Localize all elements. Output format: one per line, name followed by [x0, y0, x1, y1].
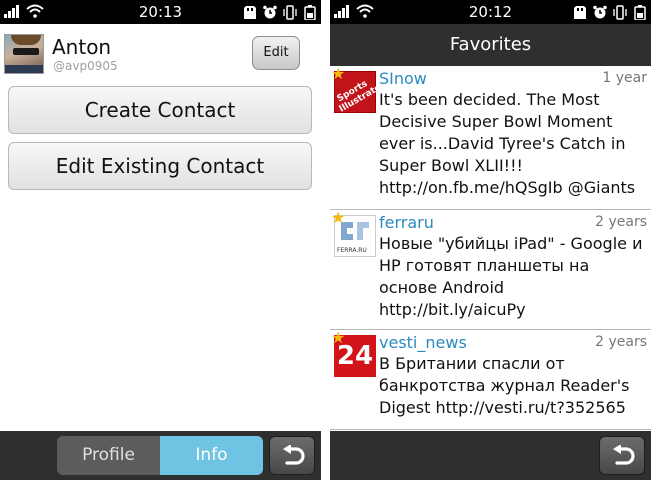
favorite-star-icon: ★: [331, 208, 346, 227]
status-bar: 20:13: [0, 0, 321, 24]
tab-info[interactable]: Info: [160, 436, 263, 475]
bottom-toolbar: Profile Info: [0, 431, 321, 480]
tweet-text: It's been decided. The Most Decisive Sup…: [379, 90, 636, 197]
back-button[interactable]: [269, 436, 315, 475]
tweet-time: 2 years: [595, 334, 647, 350]
back-button[interactable]: [599, 436, 645, 475]
avatar: [4, 34, 44, 74]
battery-icon: [304, 4, 316, 20]
tweet-time: 1 year: [602, 70, 647, 86]
favorite-star-icon: ★: [331, 64, 346, 83]
tweet-item[interactable]: FERRA.RU ★ ferraru 2 years Новые "убийцы…: [330, 210, 651, 330]
tweet-username[interactable]: SInow: [379, 69, 427, 88]
memory-card-icon: [244, 5, 256, 19]
edit-button[interactable]: Edit: [252, 36, 300, 70]
back-arrow-icon: [283, 445, 305, 465]
vibrate-icon: [613, 4, 627, 20]
favorites-screen: 20:12 Favorites Sports Illustrated ★ SIn…: [330, 0, 651, 480]
create-contact-button[interactable]: Create Contact: [8, 86, 312, 134]
tweet-username[interactable]: ferraru: [379, 213, 434, 232]
memory-card-icon: [574, 5, 586, 19]
profile-handle: @avp0905: [53, 59, 118, 73]
bottom-toolbar: [330, 431, 651, 480]
tweet-item[interactable]: 24 ★ vesti_news 2 years В Британии спасл…: [330, 330, 651, 430]
screen-divider: [321, 0, 330, 480]
alarm-icon: [263, 5, 277, 18]
battery-icon: [634, 4, 646, 20]
tweet-text: В Британии спасли от банкротства журнал …: [379, 354, 630, 417]
edit-existing-contact-button[interactable]: Edit Existing Contact: [8, 142, 312, 190]
status-bar: 20:12: [330, 0, 651, 24]
tweet-item[interactable]: Sports Illustrated ★ SInow 1 year It's b…: [330, 66, 651, 210]
profile-screen: 20:13 Anton @avp0905 Edit Create Contact…: [0, 0, 321, 480]
vibrate-icon: [283, 4, 297, 20]
tweet-time: 2 years: [595, 214, 647, 230]
tweet-username[interactable]: vesti_news: [379, 333, 467, 352]
tab-profile[interactable]: Profile: [57, 436, 160, 475]
profile-header: Anton @avp0905 Edit: [0, 24, 321, 82]
alarm-icon: [593, 5, 607, 18]
favorite-star-icon: ★: [331, 328, 346, 347]
profile-name: Anton: [52, 35, 112, 59]
page-title: Favorites: [330, 24, 651, 66]
back-arrow-icon: [613, 445, 635, 465]
avatar-text: FERRA.RU: [337, 247, 367, 254]
tweet-text: Новые "убийцы iPad" - Google и HP готовя…: [379, 234, 643, 319]
